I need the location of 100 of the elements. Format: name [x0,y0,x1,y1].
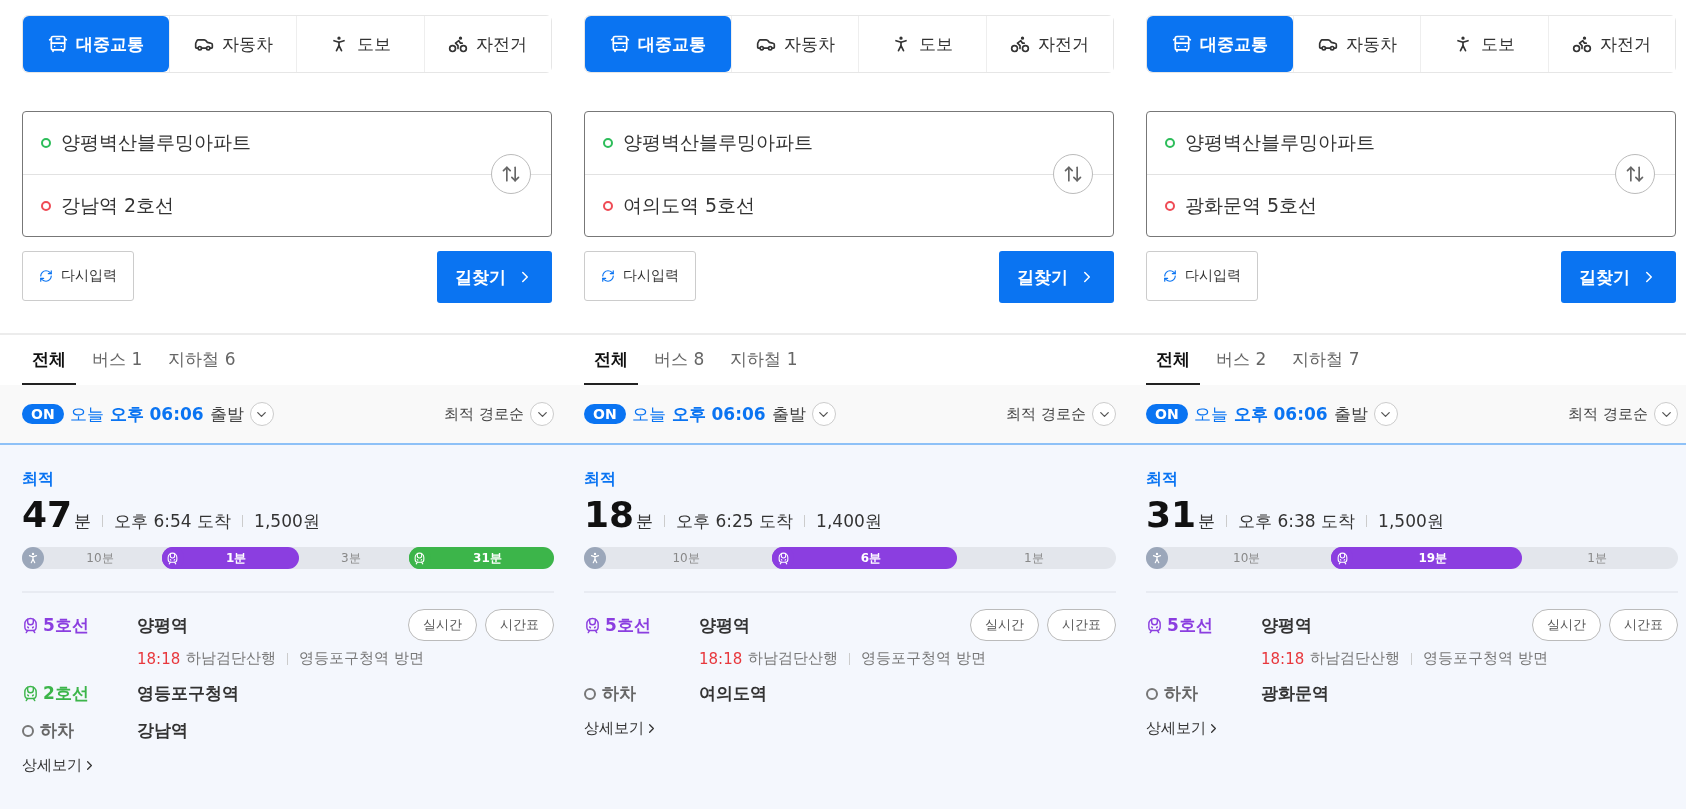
route-tag: 최적 [1146,469,1678,490]
segment-duration: 1분 [1586,549,1608,567]
refresh-icon [1163,269,1177,283]
schedule-pill[interactable]: 실시간 [970,609,1039,641]
segment-duration: 19분 [1417,549,1449,567]
mode-tab[interactable]: 대중교통 [23,16,169,72]
swap-button[interactable] [491,154,531,194]
mode-tab[interactable]: 자전거 [423,16,551,72]
search-button[interactable]: 길찾기 [999,251,1114,303]
train-info: 18:18 하남검단산행 영등포구청역 방면 [137,649,425,668]
subway-line-label: 2호선 [22,682,137,705]
dropdown-button[interactable] [530,402,554,426]
result-tab[interactable]: 지하철 6 [158,335,246,385]
walking-person-icon [1146,547,1168,569]
origin-dot-icon [603,138,613,148]
duration-value: 31 [1146,494,1197,535]
origin-field[interactable]: 양평벽산블루밍아파트 [1185,130,1375,156]
bicycle-icon [1010,34,1031,54]
bicycle-icon [1572,34,1593,54]
reset-button[interactable]: 다시입력 [22,251,134,301]
mode-tab[interactable]: 자전거 [985,16,1113,72]
subway-line-label: 5호선 [1146,613,1261,637]
bus-icon [48,34,68,54]
route-tag: 최적 [584,469,1116,490]
schedule-pill[interactable]: 실시간 [1532,609,1601,641]
bus-icon [1172,34,1192,54]
train-icon [22,685,39,702]
schedule-pill[interactable]: 실시간 [408,609,477,641]
reset-button[interactable]: 다시입력 [1146,251,1258,301]
mode-tab[interactable]: 대중교통 [1147,16,1293,72]
alight-label: 하차 [1146,682,1261,705]
bus-icon [610,34,630,54]
segment-duration: 1분 [225,549,248,567]
swap-arrows-icon [1063,164,1083,184]
on-badge[interactable]: ON [22,404,64,424]
departure-day: 오늘 [1193,402,1228,426]
detail-link[interactable]: 상세보기 [584,719,659,738]
dropdown-button[interactable] [811,402,836,426]
segment-duration: 3분 [339,549,362,567]
departure-label: 출발 [209,402,244,426]
mode-tab[interactable]: 대중교통 [585,16,731,72]
origin-field[interactable]: 양평벽산블루밍아파트 [61,130,251,156]
station-name: 광화문역 [1261,682,1330,705]
dropdown-button[interactable] [249,402,274,426]
reset-button[interactable]: 다시입력 [584,251,696,301]
alight-label: 하차 [22,719,137,742]
departure-time: 오후 06:06 [1233,402,1328,426]
walking-person-icon [584,547,606,569]
origin-field[interactable]: 양평벽산블루밍아파트 [623,130,813,156]
destination-field[interactable]: 광화문역 5호선 [1185,192,1318,219]
train-icon [1146,616,1163,634]
search-button[interactable]: 길찾기 [1561,251,1676,303]
station-name: 여의도역 [699,682,768,705]
sort-label: 최적 경로순 [1568,404,1648,424]
detail-link[interactable]: 상세보기 [22,756,97,775]
destination-field[interactable]: 여의도역 5호선 [623,192,756,219]
departure-day: 오늘 [631,402,666,426]
train-icon [22,616,39,634]
destination-field[interactable]: 강남역 2호선 [61,192,175,219]
result-tab[interactable]: 버스 8 [644,335,715,385]
schedule-pill[interactable]: 시간표 [485,609,554,641]
station-name: 양평역 [1261,613,1313,637]
bicycle-icon [448,34,469,54]
on-badge[interactable]: ON [584,404,626,424]
duration-unit: 분 [636,510,654,533]
route-tag: 최적 [22,469,554,490]
schedule-pill[interactable]: 시간표 [1609,609,1678,641]
arrival-time: 오후 6:25 도착 [676,510,794,533]
swap-arrows-icon [1625,164,1645,184]
alight-label: 하차 [584,682,699,705]
on-badge[interactable]: ON [1146,404,1188,424]
fare: 1,500원 [254,510,320,533]
arrival-time: 오후 6:38 도착 [1238,510,1356,533]
segment-duration: 1분 [1022,549,1045,567]
detail-link[interactable]: 상세보기 [1146,719,1221,738]
duration-unit: 분 [74,510,92,533]
dropdown-button[interactable] [1092,402,1116,426]
origin-dot-icon [41,138,51,148]
dropdown-button[interactable] [1373,402,1398,426]
duration-value: 18 [584,494,635,535]
destination-dot-icon [603,200,613,211]
departure-label: 출발 [771,402,806,426]
departure-day: 오늘 [69,402,104,426]
subway-line-label: 5호선 [22,613,137,637]
result-tab[interactable]: 지하철 7 [1282,335,1370,385]
station-name: 양평역 [699,613,751,637]
refresh-icon [601,269,615,283]
result-tab[interactable]: 버스 1 [82,335,153,385]
schedule-pill[interactable]: 시간표 [1047,609,1116,641]
result-tab[interactable]: 버스 2 [1206,335,1277,385]
segment-duration: 10분 [1232,549,1262,567]
swap-arrows-icon [501,164,521,184]
swap-button[interactable] [1615,154,1655,194]
dropdown-button[interactable] [1654,402,1678,426]
mode-tab[interactable]: 자전거 [1547,16,1675,72]
swap-button[interactable] [1053,154,1093,194]
search-button[interactable]: 길찾기 [437,251,552,303]
segment-duration: 10분 [85,549,115,567]
result-tab[interactable]: 지하철 1 [720,335,808,385]
sort-label: 최적 경로순 [1006,404,1086,424]
